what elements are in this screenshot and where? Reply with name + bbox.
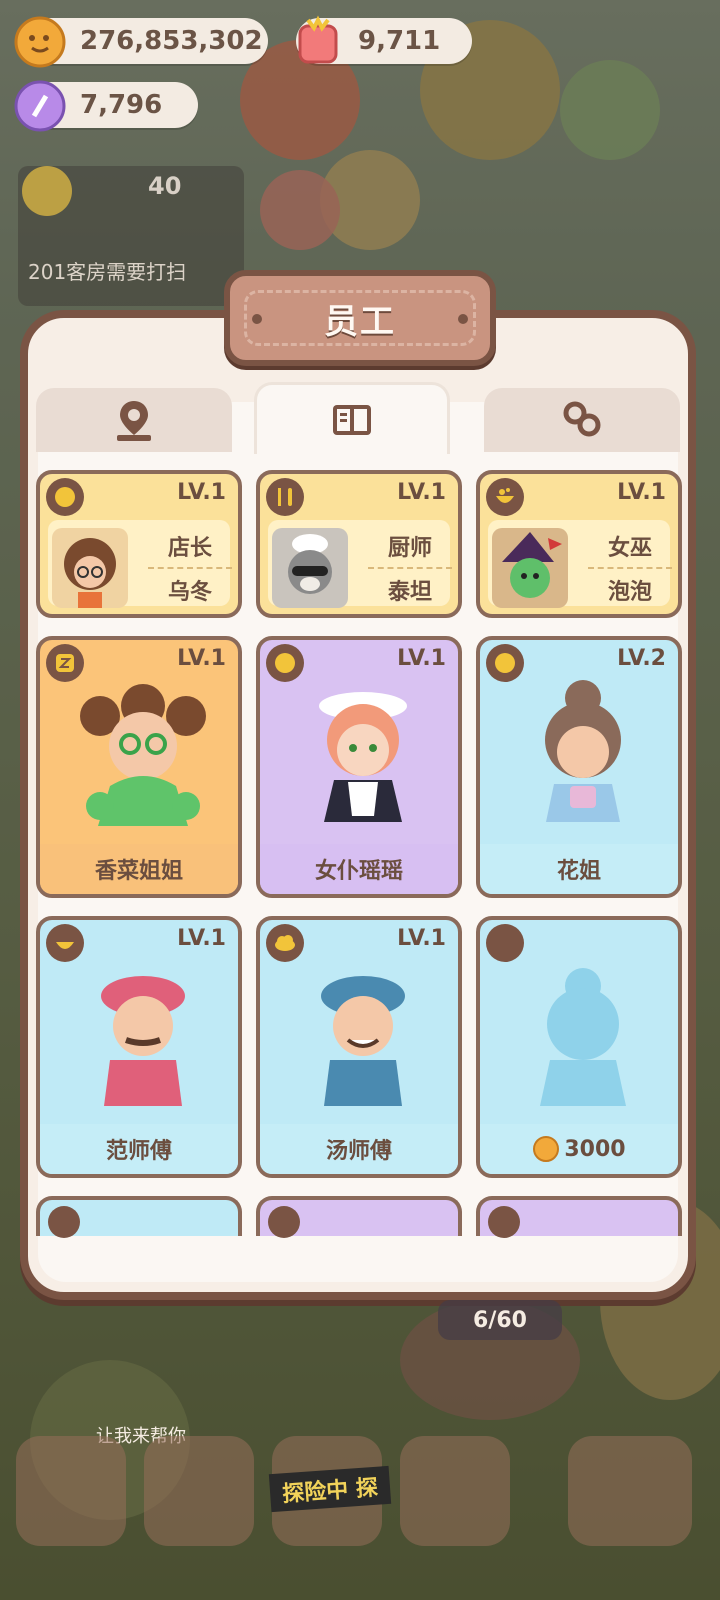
staff-card-cilantro[interactable]: LV.1 香菜姐姐 <box>36 636 242 898</box>
staff-name: 汤师傅 <box>260 1124 458 1174</box>
character-maid <box>319 692 407 822</box>
staff-name: 范师傅 <box>40 1124 238 1174</box>
staff-name: 乌冬 <box>167 580 212 605</box>
book-icon <box>333 404 371 435</box>
tab-links[interactable] <box>484 388 680 452</box>
modal-title: 员工 <box>324 301 396 342</box>
level-label: LV.1 <box>397 480 446 505</box>
staff-card-maid[interactable]: LV.1 女仆瑶瑶 <box>256 636 462 898</box>
jelly-icon <box>298 15 338 64</box>
portrait-bubble <box>492 528 568 608</box>
staff-name: 女仆瑶瑶 <box>260 844 458 894</box>
ticket-icon <box>14 80 66 132</box>
sun-icon <box>22 166 72 216</box>
nav-pet-button[interactable] <box>568 1436 692 1546</box>
cookie-currency-pill[interactable]: 276,853,302 <box>14 16 268 68</box>
role-label: 店长 <box>167 536 212 561</box>
map-pin-icon <box>117 401 151 441</box>
tab-location[interactable] <box>36 388 232 452</box>
level-label: LV.1 <box>177 646 226 671</box>
nav-shop-button[interactable] <box>400 1436 510 1546</box>
level-label: LV.1 <box>397 646 446 671</box>
staff-card-flower[interactable]: LV.2 花姐 <box>476 636 682 898</box>
nav-house-button[interactable] <box>16 1436 126 1546</box>
portrait-titan <box>272 528 348 608</box>
status-count: 40 <box>148 172 182 200</box>
level-label: LV.1 <box>617 480 666 505</box>
nav-notebook-button[interactable] <box>144 1436 254 1546</box>
staff-card-peek-2[interactable] <box>256 1196 462 1238</box>
link-icon <box>563 401 601 437</box>
role-label: 女巫 <box>607 536 652 561</box>
character-flower <box>545 680 621 822</box>
ticket-currency-pill[interactable]: 7,796 <box>14 80 198 132</box>
staff-card-locked[interactable]: 3000 <box>476 916 682 1178</box>
room-notice: 201客房需要打扫 <box>28 260 187 284</box>
level-label: LV.1 <box>177 926 226 951</box>
character-cilantro <box>80 684 206 826</box>
utensils-icon <box>266 478 304 516</box>
role-label: 厨师 <box>387 536 432 561</box>
cookie-icon <box>14 16 66 68</box>
manager-card-store[interactable]: LV.1 店长 乌冬 <box>36 470 242 618</box>
character-silhouette <box>540 968 626 1106</box>
staff-name: 香菜姐姐 <box>40 844 238 894</box>
cookie-icon <box>46 478 84 516</box>
manager-card-witch[interactable]: LV.1 女巫 泡泡 <box>476 470 682 618</box>
modal-title-plate: 员工 <box>224 270 496 366</box>
level-label: LV.1 <box>397 926 446 951</box>
unlock-price[interactable]: 3000 <box>480 1124 678 1174</box>
character-tang <box>321 976 405 1106</box>
tab-staff-book[interactable] <box>254 382 450 454</box>
manager-card-chef[interactable]: LV.1 厨师 泰坦 <box>256 470 462 618</box>
cauldron-icon <box>486 478 524 516</box>
staff-card-peek-3[interactable] <box>476 1196 682 1238</box>
room-progress[interactable]: 6/60 <box>438 1300 562 1340</box>
portrait-udon <box>52 528 128 608</box>
staff-card-fan[interactable]: LV.1 范师傅 <box>36 916 242 1178</box>
cookie-icon <box>533 1136 560 1162</box>
staff-name: 花姐 <box>480 844 678 894</box>
price-value: 3000 <box>564 1136 626 1162</box>
level-label: LV.2 <box>617 646 666 671</box>
staff-card-peek-1[interactable] <box>36 1196 242 1238</box>
gem-currency-pill[interactable]: 9,711 <box>296 15 472 64</box>
level-label: LV.1 <box>177 480 226 505</box>
staff-card-tang[interactable]: LV.1 汤师傅 <box>256 916 462 1178</box>
staff-name: 泰坦 <box>387 580 432 605</box>
character-fan <box>101 976 185 1106</box>
staff-name: 泡泡 <box>607 580 652 605</box>
